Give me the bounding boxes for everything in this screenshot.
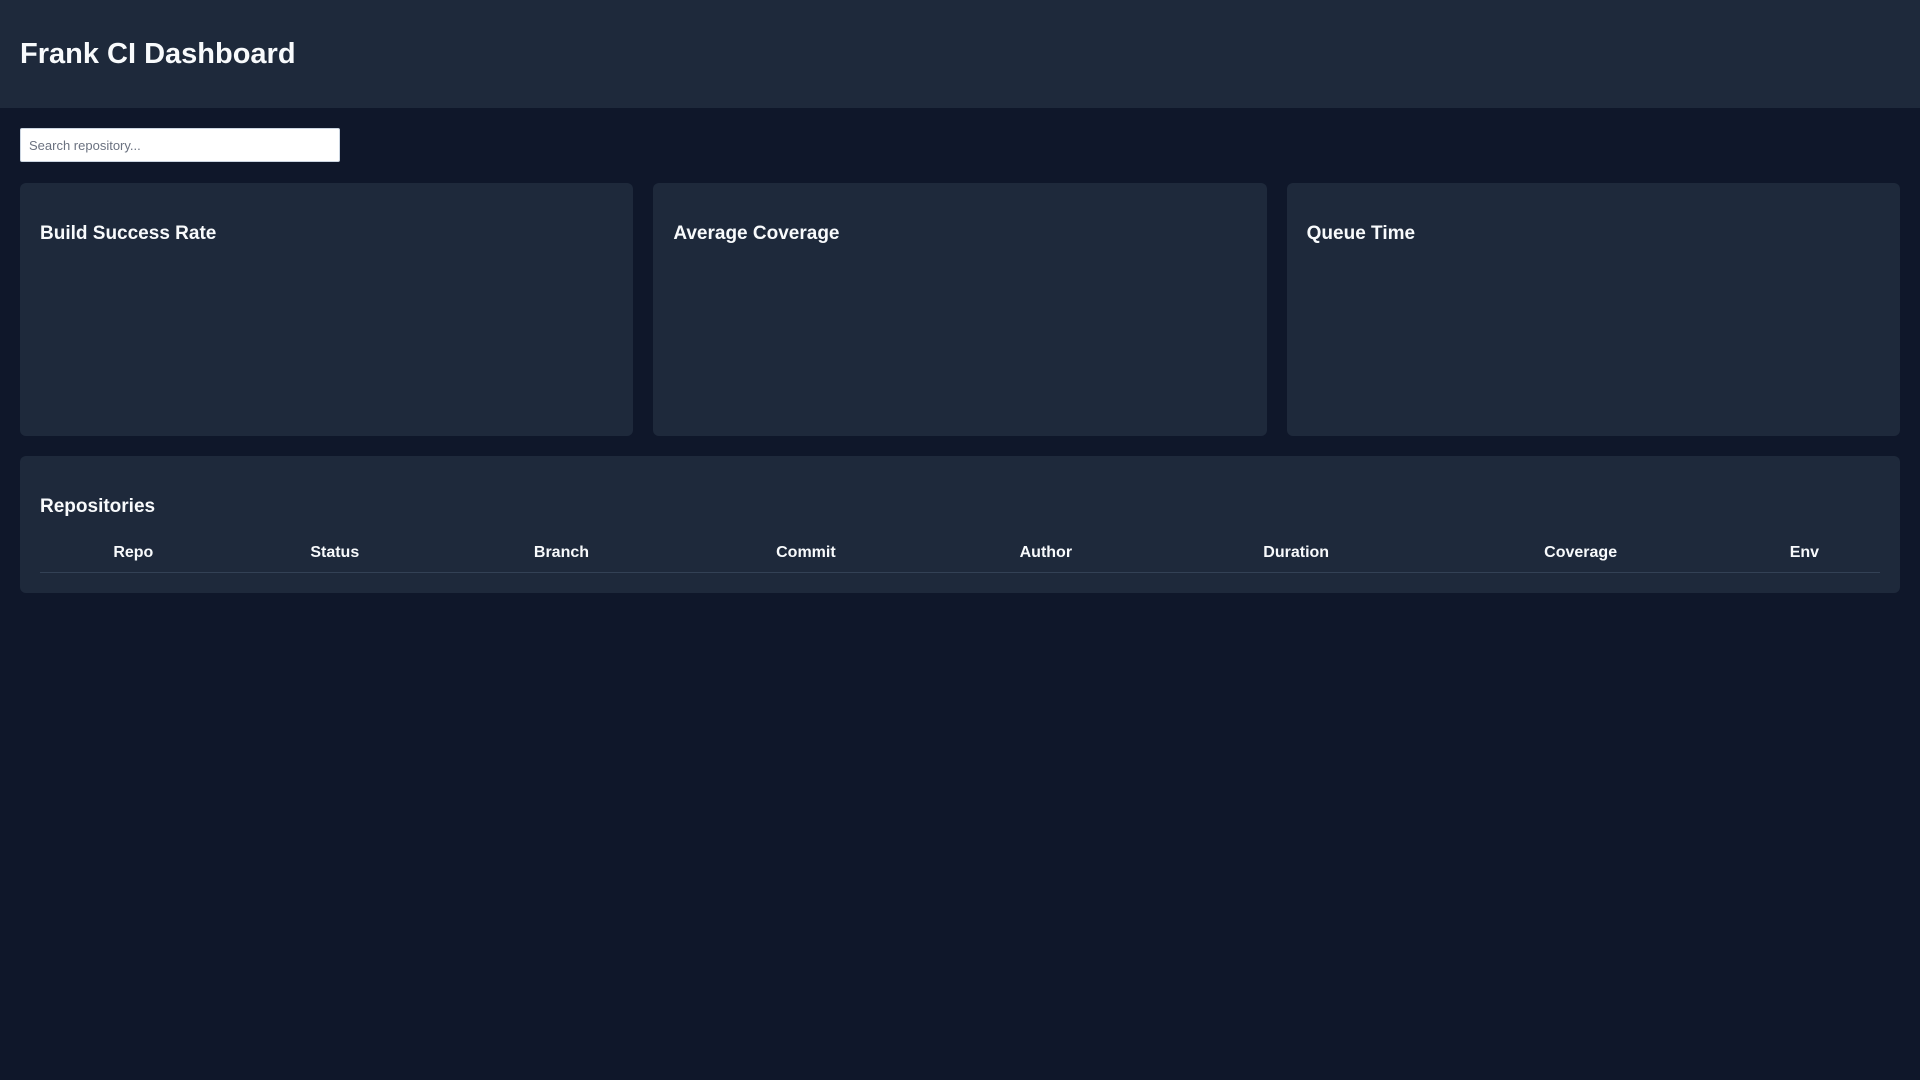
repositories-table: Repo Status Branch Commit Author Duratio… xyxy=(40,538,1880,573)
card-queue-time: Queue Time xyxy=(1286,183,1900,436)
card-title: Queue Time xyxy=(1306,223,1416,244)
card-title: Average Coverage xyxy=(673,223,840,244)
app-header: Frank CI Dashboard xyxy=(0,0,1920,108)
column-header-commit[interactable]: Commit xyxy=(679,538,932,573)
search-input[interactable] xyxy=(20,128,340,162)
column-header-repo[interactable]: Repo xyxy=(40,538,227,573)
column-header-author[interactable]: Author xyxy=(931,538,1160,573)
column-header-coverage[interactable]: Coverage xyxy=(1432,538,1729,573)
card-average-coverage: Average Coverage xyxy=(653,183,1267,436)
table-header-row: Repo Status Branch Commit Author Duratio… xyxy=(40,538,1880,573)
column-header-branch[interactable]: Branch xyxy=(442,538,680,573)
metric-cards: Build Success Rate Average Coverage Queu… xyxy=(20,183,1900,436)
page-title: Frank CI Dashboard xyxy=(20,37,296,70)
card-build-success-rate: Build Success Rate xyxy=(20,183,634,436)
card-title: Build Success Rate xyxy=(40,223,217,244)
repositories-title: Repositories xyxy=(40,496,156,517)
column-header-status[interactable]: Status xyxy=(226,538,443,573)
repositories-panel: Repositories Repo Status Branch Commit A… xyxy=(20,456,1900,593)
column-header-duration[interactable]: Duration xyxy=(1159,538,1433,573)
main-content: Build Success Rate Average Coverage Queu… xyxy=(0,108,1920,613)
column-header-env[interactable]: Env xyxy=(1728,538,1880,573)
